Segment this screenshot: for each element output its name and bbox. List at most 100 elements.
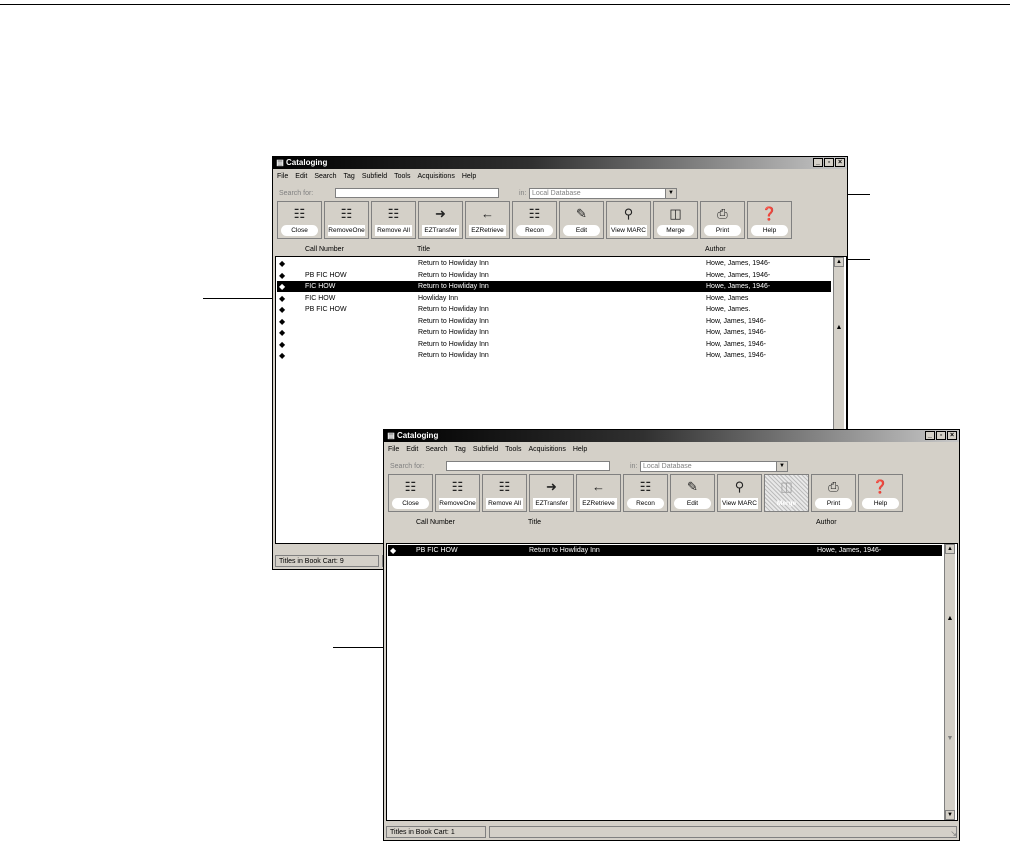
cataloging-window-front: ▤ Cataloging _ ▫ × File Edit Search Tag S… (383, 429, 960, 841)
eztransfer-button[interactable]: ➜ EZTransfer (418, 201, 463, 239)
menu-tools[interactable]: Tools (394, 171, 410, 183)
menu-file[interactable]: File (277, 171, 288, 183)
merge-button[interactable]: ◫ Merge (764, 474, 809, 512)
page-top-rule (0, 4, 1010, 5)
cart-icon: ☷ (404, 479, 417, 494)
minimize-button[interactable]: _ (813, 158, 823, 167)
table-row[interactable]: ◆ PB FIC HOW Return to Howliday Inn Howe, J… (277, 304, 831, 315)
help-label: Help (862, 498, 899, 509)
restore-button[interactable]: ▫ (936, 431, 946, 440)
remove-all-button[interactable]: ☷ Remove All (482, 474, 527, 512)
table-row[interactable]: ◆ Return to Howliday Inn Howe, James, 1946… (277, 258, 831, 269)
eztransfer-button[interactable]: ➜ EZTransfer (529, 474, 574, 512)
retrieve-icon: ← (592, 479, 605, 494)
close-button[interactable]: ☷ Close (388, 474, 433, 512)
view-marc-button[interactable]: ⚲ View MARC (606, 201, 651, 239)
ezretrieve-button[interactable]: ← EZRetrieve (576, 474, 621, 512)
vertical-scrollbar[interactable]: ▲ ▲ ▼ ▼ (944, 544, 955, 820)
menu-file[interactable]: File (388, 444, 399, 456)
menu-bar: File Edit Search Tag Subfield Tools Acqu… (275, 171, 476, 183)
recon-button[interactable]: ☷ Recon (623, 474, 668, 512)
cell-author: How, James, 1946- (706, 340, 766, 348)
restore-button[interactable]: ▫ (824, 158, 834, 167)
menu-acquisitions[interactable]: Acquisitions (528, 444, 565, 456)
print-button[interactable]: ⎙ Print (811, 474, 856, 512)
table-row[interactable]: ◆ FIC HOW Return to Howliday Inn Howe, Jame… (277, 281, 831, 292)
recon-icon: ☷ (639, 479, 652, 494)
cell-title: Return to Howliday Inn (418, 260, 489, 267)
scroll-down-button[interactable]: ▼ (945, 810, 955, 820)
column-author[interactable]: Author (705, 245, 726, 255)
book-record-icon: ◆ (279, 305, 286, 314)
toolbar: ☷ Close ☷ RemoveOne ☷ Remove All ➜ EZTransfe… (388, 474, 903, 514)
table-row[interactable]: ◆ PB FIC HOW Return to Howliday Inn Howe, J… (388, 545, 942, 556)
printer-icon: ⎙ (828, 479, 839, 494)
table-row[interactable]: ◆ Return to Howliday Inn How, James, 1946- (277, 350, 831, 361)
database-select[interactable]: Local Database ▼ (529, 188, 677, 199)
close-window-button[interactable]: × (835, 158, 845, 167)
menu-subfield[interactable]: Subfield (473, 444, 498, 456)
column-call-number[interactable]: Call Number (305, 245, 344, 255)
menu-search[interactable]: Search (314, 171, 336, 183)
search-input[interactable] (446, 461, 610, 471)
menu-acquisitions[interactable]: Acquisitions (417, 171, 454, 183)
menu-edit[interactable]: Edit (295, 171, 307, 183)
close-button[interactable]: ☷ Close (277, 201, 322, 239)
menu-help[interactable]: Help (462, 171, 476, 183)
column-title[interactable]: Title (417, 245, 430, 255)
table-row[interactable]: ◆ PB FIC HOW Return to Howliday Inn Howe, J… (277, 270, 831, 281)
window-title: Cataloging (286, 158, 328, 167)
scroll-up-button[interactable]: ▲ (834, 257, 844, 267)
search-input[interactable] (335, 188, 499, 198)
scroll-up-button[interactable]: ▲ (945, 544, 955, 554)
column-title[interactable]: Title (528, 518, 541, 528)
database-select[interactable]: Local Database ▼ (640, 461, 788, 472)
table-row[interactable]: ◆ FIC HOW Howliday Inn Howe, James (277, 293, 831, 304)
menu-search[interactable]: Search (425, 444, 447, 456)
retrieve-icon: ← (481, 206, 494, 221)
merge-button[interactable]: ◫ Merge (653, 201, 698, 239)
menu-subfield[interactable]: Subfield (362, 171, 387, 183)
scroll-lower-marker[interactable]: ▼ (945, 734, 955, 744)
remove-one-button[interactable]: ☷ RemoveOne (435, 474, 480, 512)
menu-tools[interactable]: Tools (505, 444, 521, 456)
column-call-number[interactable]: Call Number (416, 518, 455, 528)
view-marc-button[interactable]: ⚲ View MARC (717, 474, 762, 512)
book-icon: ▤ (387, 431, 395, 440)
scroll-thumb-marker[interactable]: ▲ (834, 323, 844, 333)
scroll-thumb-marker[interactable]: ▲ (945, 614, 955, 624)
print-button[interactable]: ⎙ Print (700, 201, 745, 239)
cell-author: Howe, James, 1946- (706, 271, 771, 279)
search-row: Search for: in: Local Database ▼ (279, 187, 843, 201)
close-window-button[interactable]: × (947, 431, 957, 440)
minimize-button[interactable]: _ (925, 431, 935, 440)
remove-all-button[interactable]: ☷ Remove All (371, 201, 416, 239)
menu-edit[interactable]: Edit (406, 444, 418, 456)
magnifier-icon: ⚲ (623, 206, 634, 221)
table-row[interactable]: ◆ Return to Howliday Inn How, James, 1946- (277, 316, 831, 327)
help-button[interactable]: ❓ Help (858, 474, 903, 512)
cell-call-number: PB FIC HOW (305, 306, 347, 313)
cell-author: How, James, 1946- (706, 352, 766, 359)
menu-tag[interactable]: Tag (344, 171, 355, 183)
remove-one-icon: ☷ (451, 479, 464, 494)
chevron-down-icon[interactable]: ▼ (776, 462, 787, 471)
edit-button[interactable]: ✎ Edit (670, 474, 715, 512)
resize-grip-icon[interactable]: ↘ (950, 830, 957, 838)
menu-help[interactable]: Help (573, 444, 587, 456)
ezretrieve-button[interactable]: ← EZRetrieve (465, 201, 510, 239)
close-label: Close (392, 498, 429, 509)
print-label: Print (815, 498, 852, 509)
table-row[interactable]: ◆ Return to Howliday Inn How, James, 1946- (277, 339, 831, 350)
chevron-down-icon[interactable]: ▼ (665, 189, 676, 198)
cell-author: Howe, James. (706, 306, 751, 313)
help-icon: ❓ (761, 206, 778, 221)
book-record-icon: ◆ (279, 270, 286, 280)
edit-button[interactable]: ✎ Edit (559, 201, 604, 239)
table-row[interactable]: ◆ Return to Howliday Inn How, James, 1946- (277, 327, 831, 338)
column-author[interactable]: Author (816, 518, 837, 528)
menu-tag[interactable]: Tag (455, 444, 466, 456)
recon-button[interactable]: ☷ Recon (512, 201, 557, 239)
help-button[interactable]: ❓ Help (747, 201, 792, 239)
remove-one-button[interactable]: ☷ RemoveOne (324, 201, 369, 239)
